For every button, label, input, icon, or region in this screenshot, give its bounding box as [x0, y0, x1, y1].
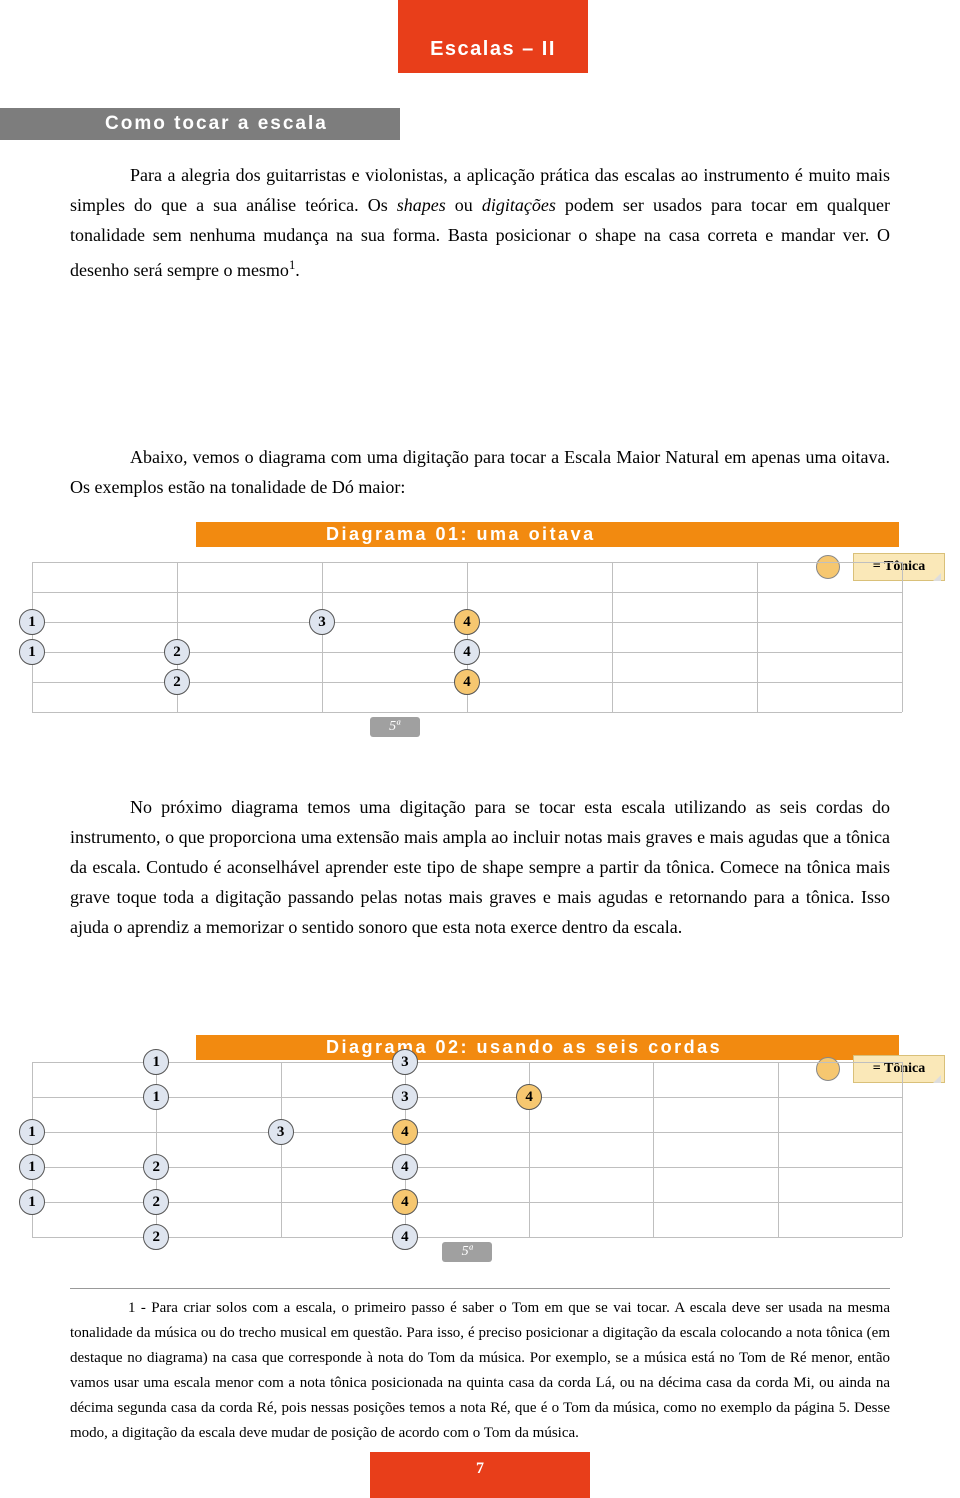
- tonic-dot: 4: [392, 1189, 418, 1215]
- note-dot: 3: [392, 1084, 418, 1110]
- footnote-text: 1 - Para criar solos com a escala, o pri…: [70, 1296, 890, 1446]
- fret-line: [757, 562, 758, 712]
- fret-line: [612, 562, 613, 712]
- string-line: [32, 1132, 902, 1133]
- fretboard-diagram-1: 134124245ª: [32, 562, 902, 737]
- fret-line: [902, 1062, 903, 1237]
- tonic-dot: 4: [454, 609, 480, 635]
- note-dot: 3: [268, 1119, 294, 1145]
- note-dot: 1: [19, 1119, 45, 1145]
- note-dot: 4: [454, 639, 480, 665]
- fret-line: [281, 1062, 282, 1237]
- tonic-dot: 4: [516, 1084, 542, 1110]
- fret-line: [322, 562, 323, 712]
- paragraph-3: No próximo diagrama temos uma digitação …: [70, 792, 890, 942]
- fret-line: [902, 562, 903, 712]
- fret-marker: 5ª: [370, 717, 420, 737]
- note-dot: 3: [392, 1049, 418, 1075]
- note-dot: 2: [143, 1189, 169, 1215]
- fretboard-diagram-2: 13134134124124245ª: [32, 1062, 902, 1272]
- note-dot: 3: [309, 609, 335, 635]
- note-dot: 1: [143, 1049, 169, 1075]
- paragraph-2: Abaixo, vemos o diagrama com uma digitaç…: [70, 442, 890, 502]
- diagram-1-title: Diagrama 01: uma oitava: [196, 522, 899, 547]
- note-dot: 1: [19, 1154, 45, 1180]
- section-heading: Como tocar a escala: [0, 108, 400, 140]
- string-line: [32, 712, 902, 713]
- fret-line: [32, 562, 33, 712]
- note-dot: 1: [143, 1084, 169, 1110]
- chapter-tab: Escalas – II: [398, 0, 588, 73]
- note-dot: 2: [143, 1154, 169, 1180]
- note-dot: 2: [164, 639, 190, 665]
- note-dot: 2: [164, 669, 190, 695]
- diagram-2-title: Diagrama 02: usando as seis cordas: [196, 1035, 899, 1060]
- fret-marker: 5ª: [442, 1242, 492, 1262]
- note-dot: 1: [19, 1189, 45, 1215]
- tonic-dot: 4: [454, 669, 480, 695]
- fret-line: [778, 1062, 779, 1237]
- note-dot: 4: [392, 1224, 418, 1250]
- note-dot: 4: [392, 1154, 418, 1180]
- tonic-dot: 4: [392, 1119, 418, 1145]
- footnote-rule: [70, 1288, 890, 1289]
- fret-line: [653, 1062, 654, 1237]
- note-dot: 2: [143, 1224, 169, 1250]
- note-dot: 1: [19, 639, 45, 665]
- paragraph-1: Para a alegria dos guitarristas e violon…: [70, 160, 890, 285]
- page-number: 7: [370, 1452, 590, 1498]
- note-dot: 1: [19, 609, 45, 635]
